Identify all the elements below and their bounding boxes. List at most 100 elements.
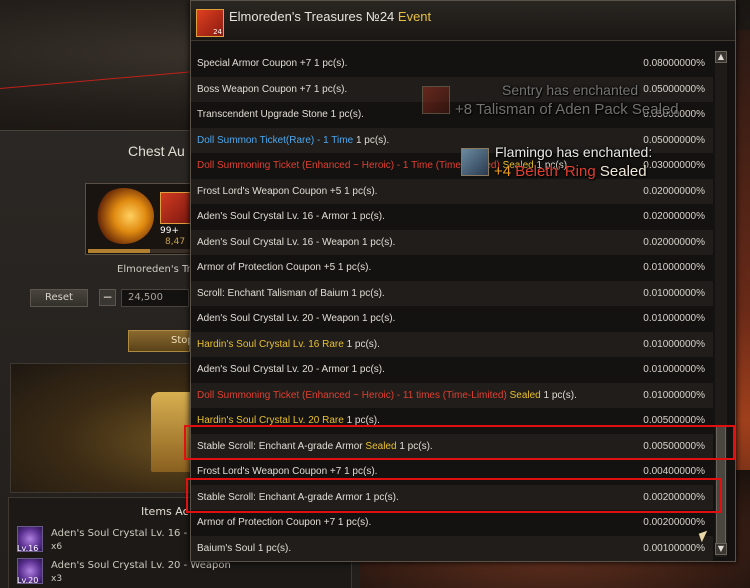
- reward-chance: 0.08000000%: [643, 58, 705, 69]
- treasure-chest-icon: 24: [196, 9, 224, 37]
- scrollbar[interactable]: ▲ ▼: [715, 51, 727, 557]
- reward-row[interactable]: Hardin's Soul Crystal Lv. 20 Rare 1 pc(s…: [191, 408, 713, 434]
- enchant-sealed: Sealed: [599, 163, 647, 180]
- reward-qty: 1 pc(s).: [351, 211, 385, 222]
- reward-row[interactable]: Stable Scroll: Enchant A-grade Armor Sea…: [191, 433, 713, 459]
- reward-chance: 0.01000000%: [643, 287, 705, 299]
- reward-name: Doll Summoning Ticket (Enhanced ~ Heroic…: [197, 389, 507, 401]
- reward-name: Stable Scroll: Enchant A-grade Armor: [197, 491, 363, 503]
- reward-row[interactable]: Aden's Soul Crystal Lv. 16 - Armor 1 pc(…: [191, 204, 713, 230]
- item-level: Lv.20: [17, 576, 39, 585]
- reward-qty: 1 pc(s).: [330, 109, 364, 120]
- reward-qty: 1 pc(s).: [337, 262, 372, 273]
- reward-chance: 0.02000000%: [643, 236, 705, 248]
- reward-name: Stable Scroll: Enchant A-grade Armor: [197, 440, 363, 452]
- enchant-notice-1-line1: Sentry has enchanted: [502, 82, 639, 98]
- reward-row[interactable]: Armor of Protection Coupon +7 1 pc(s). 0.…: [191, 510, 713, 536]
- reward-chance: 0.00500000%: [643, 415, 705, 426]
- reward-qty: 1 pc(s).: [399, 440, 433, 452]
- reward-qty: 1 pc(s).: [365, 491, 399, 503]
- enchant-level: +4: [494, 163, 512, 180]
- reset-button[interactable]: Reset: [30, 289, 88, 307]
- reward-chance: 0.01000000%: [643, 389, 705, 401]
- reward-qty: 1 pc(s).: [257, 542, 292, 554]
- reward-row[interactable]: Aden's Soul Crystal Lv. 20 - Weapon 1 pc…: [191, 306, 713, 332]
- treasure-contents-popup: 24 Elmoreden's Treasures №24 Event Speci…: [190, 0, 736, 562]
- scroll-down-button[interactable]: ▼: [715, 543, 727, 555]
- reward-row[interactable]: Scroll: Enchant Talisman of Baium 1 pc(s…: [191, 280, 713, 306]
- enchant-notice-2-line1: Flamingo has enchanted:: [495, 144, 653, 160]
- reward-row[interactable]: Frost Lord's Weapon Coupon +5 1 pc(s). 0.…: [191, 178, 713, 204]
- reward-chance: 0.00500000%: [643, 440, 705, 452]
- item-qty: x6: [51, 542, 63, 552]
- reward-row[interactable]: Baium's Soul 1 pc(s). 0.00100000%: [191, 535, 713, 561]
- reward-chance: 0.00200000%: [643, 491, 705, 503]
- reward-qty: 1 pc(s).: [361, 313, 396, 324]
- decrease-button[interactable]: −: [99, 289, 116, 306]
- reward-name: Frost Lord's Weapon Coupon +5: [197, 185, 342, 197]
- reward-name: Aden's Soul Crystal Lv. 16 - Armor: [197, 211, 349, 222]
- reward-row[interactable]: Hardin's Soul Crystal Lv. 16 Rare 1 pc(s…: [191, 331, 713, 357]
- item-name: Aden's Soul Crystal Lv. 16 - Wea: [51, 528, 212, 539]
- reward-chance: 0.00400000%: [643, 466, 705, 477]
- acquired-item[interactable]: Lv.20 Aden's Soul Crystal Lv. 20 - Weapo…: [17, 558, 353, 588]
- reward-name: Aden's Soul Crystal Lv. 16 - Weapon: [197, 236, 360, 248]
- reward-qty: 1 pc(s).: [351, 364, 385, 375]
- reward-chance: 0.01000000%: [643, 364, 705, 375]
- enchant-item: Beleth' Ring: [515, 163, 596, 180]
- reward-chance: 0.01000000%: [643, 313, 705, 324]
- reward-name: Hardin's Soul Crystal Lv. 20 Rare: [197, 415, 344, 426]
- chest-progress-bar: [88, 249, 192, 253]
- reward-chance: 0.01000000%: [643, 338, 705, 350]
- popup-title-text: Elmoreden's Treasures №24: [229, 9, 395, 24]
- quantity-input[interactable]: 24,500: [121, 289, 189, 307]
- reward-name: Boss Weapon Coupon +7: [197, 83, 312, 95]
- reward-qty: 1 pc(s).: [351, 287, 385, 299]
- reward-name: Armor of Protection Coupon +7: [197, 517, 336, 528]
- chest-quantity-badge: 99+: [160, 226, 179, 236]
- event-tag: Event: [397, 9, 432, 24]
- reward-qty: 1 pc(s).: [361, 236, 396, 248]
- reward-row[interactable]: Stable Scroll: Enchant A-grade Armor 1 p…: [191, 484, 713, 510]
- reward-name: Hardin's Soul Crystal Lv. 16 Rare: [197, 338, 344, 350]
- reward-qty: 1 pc(s).: [355, 134, 390, 146]
- reward-name: Aden's Soul Crystal Lv. 20 - Weapon: [197, 313, 360, 324]
- reward-name: Frost Lord's Weapon Coupon +7: [197, 466, 342, 477]
- reward-name: Baium's Soul: [197, 542, 256, 554]
- reward-chance: 0.00100000%: [643, 542, 705, 554]
- scroll-up-button[interactable]: ▲: [715, 51, 727, 63]
- reward-row[interactable]: Special Armor Coupon +7 1 pc(s). 0.080000…: [191, 51, 713, 77]
- reward-qty: 1 pc(s).: [314, 58, 348, 69]
- reward-row[interactable]: Aden's Soul Crystal Lv. 20 - Armor 1 pc(…: [191, 357, 713, 383]
- chest-icon[interactable]: [160, 192, 192, 224]
- reward-chance: 0.01000000%: [643, 262, 705, 273]
- reward-name: Doll Summon Ticket(Rare) - 1 Time: [197, 134, 354, 146]
- scroll-thumb[interactable]: [716, 425, 726, 545]
- chest-number: 24: [213, 28, 222, 36]
- reward-qty: 1 pc(s).: [344, 466, 378, 477]
- reward-chance: 0.02000000%: [643, 185, 705, 197]
- reward-row[interactable]: Doll Summoning Ticket (Enhanced ~ Heroic…: [191, 382, 713, 408]
- reward-chance: 0.00200000%: [643, 517, 705, 528]
- chest-glow: [94, 188, 154, 244]
- reward-chance: 0.03000000%: [643, 160, 705, 171]
- reward-chance: 0.05000000%: [643, 83, 705, 95]
- popup-title: Elmoreden's Treasures №24 Event: [229, 9, 431, 24]
- stop-button[interactable]: Stop: [128, 330, 194, 352]
- sealed-tag: Sealed: [365, 440, 397, 452]
- reward-row[interactable]: Frost Lord's Weapon Coupon +7 1 pc(s). 0.…: [191, 459, 713, 485]
- reward-qty: 1 pc(s).: [543, 389, 577, 401]
- reward-list: Special Armor Coupon +7 1 pc(s). 0.080000…: [191, 51, 713, 561]
- reward-row[interactable]: Armor of Protection Coupon +5 1 pc(s). 0.…: [191, 255, 713, 281]
- reward-name: Transcendent Upgrade Stone: [197, 109, 328, 120]
- reward-row[interactable]: Aden's Soul Crystal Lv. 16 - Weapon 1 pc…: [191, 229, 713, 255]
- panel-title: Chest Au: [128, 143, 185, 159]
- chest-name: Elmoreden's Tre: [117, 264, 197, 275]
- reward-name: Doll Summoning Ticket (Enhanced ~ Heroic…: [197, 160, 500, 171]
- items-acquired-title: Items Ac: [141, 505, 189, 518]
- reward-name: Scroll: Enchant Talisman of Baium: [197, 287, 349, 299]
- reward-qty: 1 pc(s).: [346, 338, 380, 350]
- reward-name: Aden's Soul Crystal Lv. 20 - Armor: [197, 364, 349, 375]
- reward-chance: 0.05000000%: [643, 134, 705, 146]
- sealed-tag: Sealed: [509, 389, 541, 401]
